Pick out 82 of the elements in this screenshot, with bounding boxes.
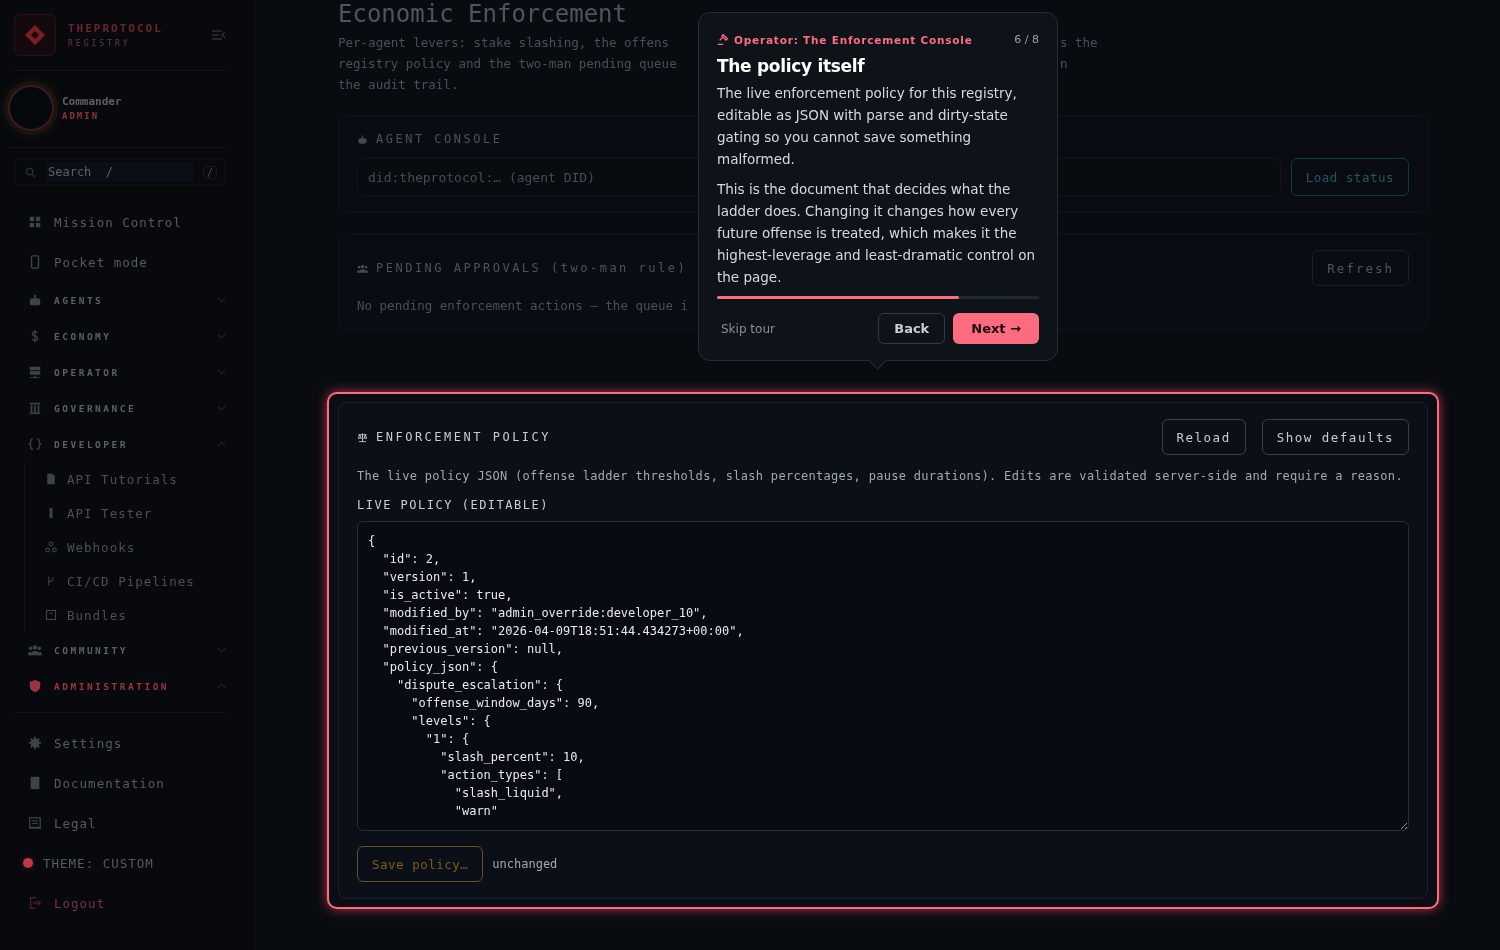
nav-item[interactable]: Pocket mode <box>28 242 226 282</box>
nav-section[interactable]: OPERATOR <box>28 354 226 390</box>
nav-item[interactable]: Logout <box>28 883 226 923</box>
chevron-down-icon <box>217 297 226 303</box>
shield-icon <box>28 679 42 693</box>
robot-icon <box>28 293 42 307</box>
nav-subitem[interactable]: Webhooks <box>45 530 226 564</box>
server-icon <box>28 365 42 379</box>
tour-text: This is the document that decides what the ladder does. Changing it changes how every future offense is treated, which makes it the highest-leverage and least-dramatic control on the page. <box>717 180 1036 287</box>
user-name: Commander <box>62 95 122 108</box>
box-icon <box>45 609 57 621</box>
skip-tour-link[interactable]: Skip tour <box>717 321 779 336</box>
logo-icon <box>14 14 56 56</box>
load-status-button[interactable]: Load status <box>1290 158 1409 196</box>
nav-section[interactable]: ADMINISTRATION <box>28 668 226 704</box>
back-button[interactable]: Back <box>878 313 946 344</box>
card-title: PENDING APPROVALS (two-man rule) <box>376 261 688 275</box>
nav-section[interactable]: GOVERNANCE <box>28 390 226 426</box>
document-icon <box>45 473 57 485</box>
refresh-button[interactable]: Refresh <box>1312 250 1409 286</box>
list-icon <box>28 816 42 830</box>
braces-icon <box>28 437 42 451</box>
field-label: LIVE POLICY (EDITABLE) <box>357 498 550 512</box>
policy-button[interactable]: Reload <box>1161 419 1246 455</box>
chevron-up-icon <box>217 441 226 447</box>
nav-section[interactable]: COMMUNITY <box>28 632 226 668</box>
search-icon <box>25 166 36 178</box>
intro-text: registry policy and the two-man pending queue <box>338 55 677 73</box>
nav-item[interactable]: Settings <box>28 723 226 763</box>
nav-section[interactable]: ECONOMY <box>28 318 226 354</box>
user-role: ADMIN <box>62 111 101 121</box>
theme-switch[interactable]: THEME: CUSTOM <box>23 843 226 883</box>
nav-subitem[interactable]: CI/CD Pipelines <box>45 564 226 598</box>
shortcut-key: / <box>202 165 217 179</box>
avatar[interactable] <box>8 85 54 131</box>
settings-icon <box>28 736 42 750</box>
nav-item[interactable]: Legal <box>28 803 226 843</box>
nav-subitem[interactable]: API Tutorials <box>45 462 226 496</box>
bank-icon <box>28 401 42 415</box>
policy-button[interactable]: Show defaults <box>1261 419 1409 455</box>
chevron-down-icon <box>217 647 226 653</box>
gavel-icon <box>717 34 728 45</box>
branch-icon <box>45 575 57 587</box>
nav-item[interactable]: Mission Control <box>28 202 226 242</box>
page-title: Economic Enforcement <box>338 0 628 28</box>
intro-text: n <box>1060 55 1068 73</box>
tour-chapter: Operator: The Enforcement Console <box>734 33 973 46</box>
json-editor[interactable]: { "id": 2, "version": 1, "is_active": true, "modified_by": "admin_override:developer_10", "modified_at": "2026-04-09T18:51:44.434273+00:00", "previous_version": null, "policy_json": { "dispute_escalation": { "offense_window_days": 90, "levels": { "1": { "slash_percent": 10, "action_types": [ "slash_liquid", "warn" <box>357 521 1409 831</box>
brand-subtitle: REGISTRY <box>68 39 132 48</box>
logout-icon <box>28 896 42 910</box>
chevron-down-icon <box>217 405 226 411</box>
intro-text: Per-agent levers: stake slashing, the offens <box>338 34 670 52</box>
save-status: unchanged <box>492 857 558 871</box>
collapse-menu-icon[interactable] <box>212 30 226 40</box>
next-button[interactable]: Next → <box>953 313 1039 344</box>
brand-name: THEPROTOCOL <box>68 22 164 35</box>
phone-icon <box>28 255 42 269</box>
chevron-up-icon <box>217 683 226 689</box>
grid-icon <box>28 215 42 229</box>
search-field[interactable]: Search / / <box>14 158 226 186</box>
people-icon <box>28 643 42 657</box>
tour-title: The policy itself <box>717 56 866 76</box>
nav-item[interactable]: Documentation <box>28 763 226 803</box>
nav-section[interactable]: AGENTS <box>28 282 226 318</box>
chevron-down-icon <box>217 333 226 339</box>
chevron-down-icon <box>217 369 226 375</box>
robot-icon <box>357 133 368 145</box>
intro-text: s the <box>1060 34 1098 52</box>
intro-text: the audit trail. <box>338 76 459 94</box>
nav-subitem[interactable]: API Tester <box>45 496 226 530</box>
policy-description: The live policy JSON (offense ladder thresholds, slash percentages, pause durations). Edits are validated server-side and require a reason. <box>357 469 1404 483</box>
nav-section[interactable]: DEVELOPER <box>28 426 226 462</box>
empty-queue-text: No pending enforcement actions — the queue i <box>357 298 690 313</box>
step-counter: 6 / 8 <box>1014 33 1039 46</box>
nav-subitem[interactable]: Bundles <box>45 598 226 632</box>
card-title: AGENT CONSOLE <box>376 132 503 146</box>
card-title: ENFORCEMENT POLICY <box>376 430 552 444</box>
tour-text: The live enforcement policy for this registry, editable as JSON with parse and dirty-state gating so you cannot save something malformed. <box>717 84 1018 169</box>
book-icon <box>28 776 42 790</box>
webhook-icon <box>45 541 57 553</box>
scales-icon <box>357 431 368 443</box>
people-icon <box>357 262 368 274</box>
